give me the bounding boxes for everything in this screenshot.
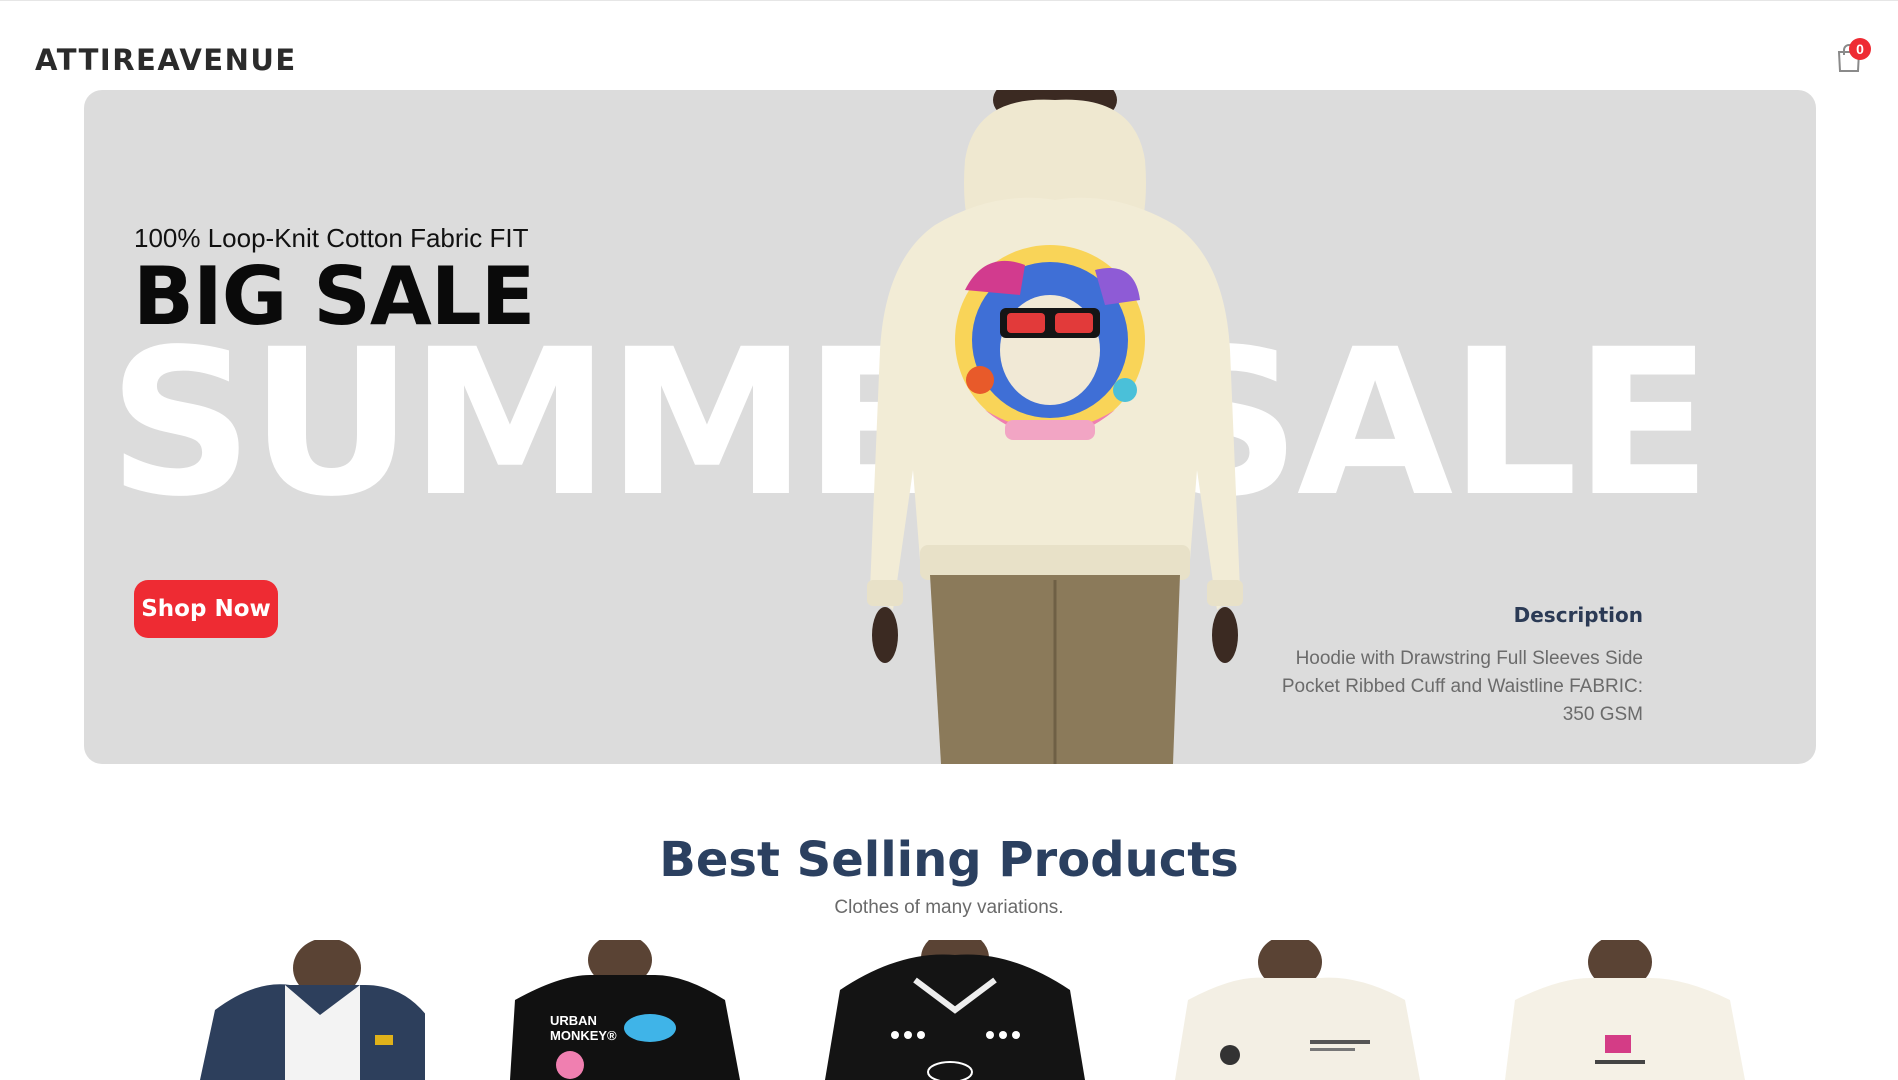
product-image (1175, 940, 1420, 1080)
product-card-black-hoodie[interactable] (800, 940, 1110, 1080)
hero-banner: SUMMER SALE 100% Loop-Knit Cotton Fabric… (84, 90, 1816, 764)
top-navigation-bar: ATTIREAVENUE 0 (0, 0, 1898, 91)
description-heading: Description (1513, 603, 1643, 627)
brand-logo[interactable]: ATTIREAVENUE (35, 43, 297, 77)
svg-text:MONKEY®: MONKEY® (550, 1028, 617, 1043)
shop-now-button[interactable]: Shop Now (134, 580, 278, 638)
description-text: Hoodie with Drawstring Full Sleeves Side… (1281, 648, 1643, 725)
product-image (825, 940, 1085, 1080)
svg-text:URBAN: URBAN (550, 1013, 597, 1028)
product-card-cream-sweatshirt[interactable] (1160, 940, 1450, 1080)
product-card-cream-tee[interactable] (1490, 940, 1770, 1080)
product-image (1505, 940, 1745, 1080)
product-image: URBAN MONKEY® (510, 940, 740, 1080)
product-image (200, 940, 425, 1080)
product-card-black-tee[interactable]: URBAN MONKEY® (470, 940, 755, 1080)
hero-model-image (867, 90, 1243, 764)
hero-title: BIG SALE (133, 250, 535, 343)
best-selling-subtitle: Clothes of many variations. (834, 897, 1064, 918)
cart-count-badge: 0 (1849, 38, 1871, 60)
product-card-denim-jacket[interactable] (160, 940, 425, 1080)
best-selling-title: Best Selling Products (659, 832, 1239, 888)
